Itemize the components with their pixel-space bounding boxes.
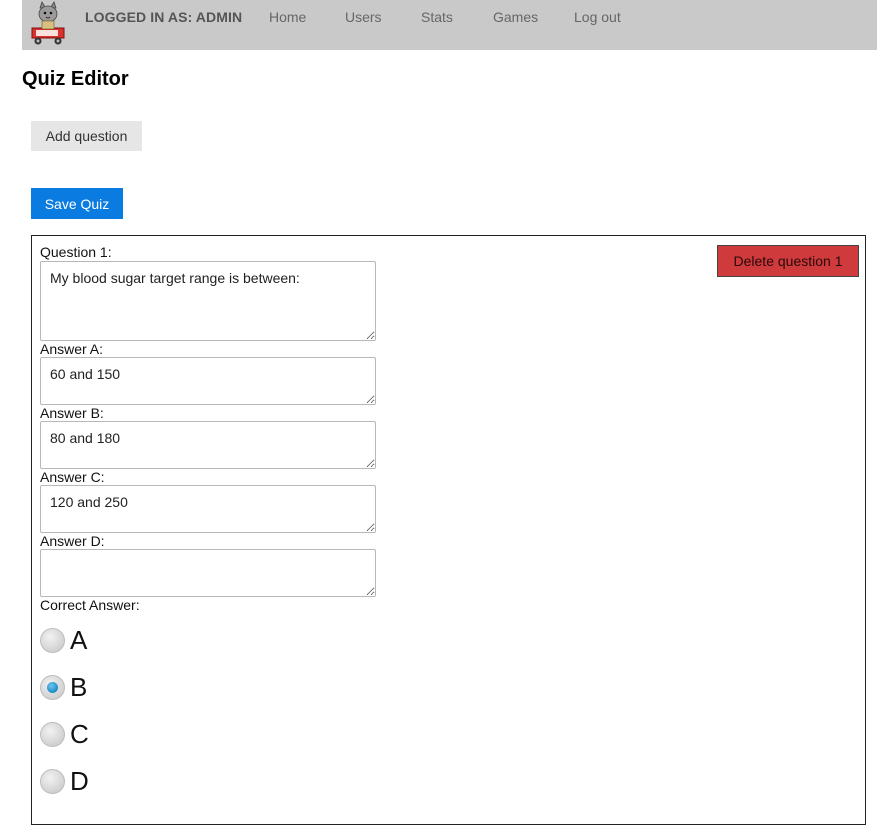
radio-button[interactable] bbox=[40, 768, 65, 794]
answer-d-label: Answer D: bbox=[40, 533, 105, 549]
correct-answer-option-b[interactable]: B bbox=[40, 672, 87, 702]
option-letter: A bbox=[70, 625, 88, 655]
radio-button[interactable] bbox=[40, 627, 65, 653]
option-letter: C bbox=[70, 719, 89, 749]
nav-link-home[interactable]: Home bbox=[269, 9, 306, 25]
delete-question-button[interactable]: Delete question 1 bbox=[717, 245, 859, 277]
radio-button[interactable] bbox=[40, 674, 65, 700]
add-question-button[interactable]: Add question bbox=[31, 121, 142, 151]
correct-answer-label: Correct Answer: bbox=[40, 597, 140, 613]
answer-b-input[interactable]: 80 and 180 bbox=[40, 421, 376, 469]
answer-c-input[interactable]: 120 and 250 bbox=[40, 485, 376, 533]
nav-link-logout[interactable]: Log out bbox=[574, 9, 621, 25]
logo-icon[interactable] bbox=[30, 0, 66, 46]
save-quiz-button[interactable]: Save Quiz bbox=[31, 188, 123, 219]
nav-link-stats[interactable]: Stats bbox=[421, 9, 453, 25]
correct-answer-option-a[interactable]: A bbox=[40, 625, 87, 655]
logged-in-user-label: LOGGED IN AS: ADMIN bbox=[85, 9, 243, 25]
question-text-input[interactable]: My blood sugar target range is between: bbox=[40, 261, 376, 341]
option-letter: B bbox=[70, 672, 88, 702]
answer-a-input[interactable]: 60 and 150 bbox=[40, 357, 376, 405]
correct-answer-option-d[interactable]: D bbox=[40, 766, 89, 796]
option-letter: D bbox=[70, 766, 89, 796]
top-navbar: LOGGED IN AS: ADMIN Home Users Stats Gam… bbox=[22, 0, 877, 50]
question-card: Delete question 1 Question 1: My blood s… bbox=[31, 235, 866, 825]
answer-c-label: Answer C: bbox=[40, 469, 105, 485]
answer-d-input[interactable] bbox=[40, 549, 376, 597]
page-title: Quiz Editor bbox=[22, 68, 129, 90]
nav-link-games[interactable]: Games bbox=[493, 9, 538, 25]
question-label: Question 1: bbox=[40, 244, 112, 260]
answer-a-label: Answer A: bbox=[40, 341, 104, 357]
correct-answer-option-c[interactable]: C bbox=[40, 719, 89, 749]
answer-b-label: Answer B: bbox=[40, 405, 104, 421]
nav-link-users[interactable]: Users bbox=[345, 9, 382, 25]
radio-button[interactable] bbox=[40, 721, 65, 747]
